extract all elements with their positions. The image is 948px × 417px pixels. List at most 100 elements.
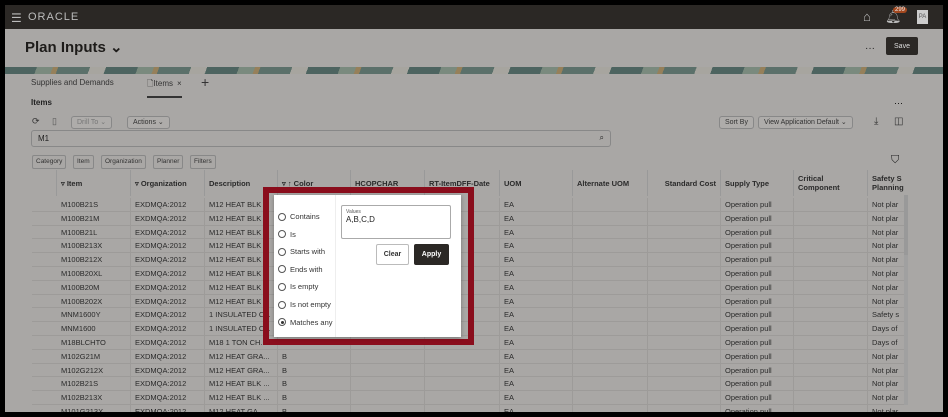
close-tab-icon[interactable]: × [177, 79, 182, 88]
table-cell [794, 267, 868, 281]
table-cell [794, 336, 868, 350]
table-cell [794, 280, 868, 295]
filter-chip-category[interactable]: Category [32, 155, 67, 169]
table-cell [648, 308, 721, 323]
page-more-actions-icon[interactable]: ··· [865, 43, 875, 54]
sort-by-button[interactable]: Sort By [719, 116, 754, 129]
search-input[interactable]: M1 ⌕ [31, 130, 611, 147]
table-cell: Days of [868, 336, 904, 350]
table-cell: EXDMQA:2012 [131, 363, 205, 378]
column-header[interactable]: Standard Cost [648, 170, 721, 196]
filter-operator-list: Contains Is Starts with Ends with Is empty Is… [274, 195, 336, 337]
search-icon[interactable]: ⌕ [600, 133, 604, 143]
section-more-icon[interactable]: ··· [894, 98, 903, 108]
table-row[interactable]: M102G212X EXDMQA:2012 M12 HEAT GRA... B EA Op… [32, 363, 904, 378]
download-icon[interactable]: ⤓ [874, 116, 878, 127]
app-window: ☰ ORACLE ⌂ 🔔︎ 299 PA Plan Inputs ⌄ ··· S… [5, 5, 943, 412]
table-cell [648, 239, 721, 254]
table-cell: M100B20M [57, 280, 131, 295]
table-cell [573, 198, 648, 212]
table-cell: Days of [868, 322, 904, 336]
tab-supplies-and-demands[interactable]: Supplies and Demands [31, 78, 114, 87]
bookmark-icon[interactable]: ⛉ [891, 154, 899, 167]
column-header[interactable]: Safety S Planning [868, 170, 904, 196]
select-column-header [32, 170, 57, 196]
table-cell: MNM1600 [57, 322, 131, 336]
values-text: A,B,C,D [346, 215, 375, 224]
column-header[interactable]: UOM [500, 170, 573, 196]
column-filter-popup: Contains Is Starts with Ends with Is empty Is… [274, 195, 461, 337]
column-header[interactable]: ▿ Item [57, 170, 131, 196]
radio-button-icon[interactable] [278, 247, 286, 256]
home-icon[interactable]: ⌂ [863, 9, 871, 24]
hamburger-menu-icon[interactable]: ☰ [11, 11, 22, 25]
table-cell [648, 391, 721, 405]
column-header[interactable]: Alternate UOM [573, 170, 648, 196]
filter-option-radio[interactable]: Is [278, 230, 296, 239]
filter-option-radio[interactable]: Is not empty [278, 300, 331, 309]
radio-button-icon[interactable] [278, 265, 286, 274]
filter-option-radio[interactable]: Contains [278, 212, 320, 221]
user-avatar[interactable]: PA [917, 10, 928, 24]
refresh-icon[interactable]: ⟳ [32, 116, 40, 127]
table-cell [794, 363, 868, 378]
radio-button-icon[interactable] [278, 282, 286, 291]
radio-button-icon[interactable] [278, 230, 286, 239]
filter-option-radio[interactable]: Starts with [278, 247, 325, 256]
filter-option-radio[interactable]: Is empty [278, 282, 318, 291]
table-row[interactable]: M102B213X EXDMQA:2012 M12 HEAT BLK ... B EA O… [32, 391, 904, 405]
filter-chip-planner[interactable]: Planner [153, 155, 184, 169]
radio-button-icon[interactable] [278, 212, 286, 221]
table-cell [794, 225, 868, 240]
table-cell: B [278, 349, 351, 364]
column-header[interactable]: Critical Component [794, 170, 868, 196]
filter-option-radio[interactable]: Ends with [278, 265, 323, 274]
table-cell: Operation pull [721, 225, 794, 240]
filter-chip-item[interactable]: Item [73, 155, 94, 169]
table-cell: B [278, 391, 351, 405]
clear-button[interactable]: Clear [376, 244, 409, 265]
values-textarea[interactable]: Values A,B,C,D [341, 205, 451, 239]
table-cell: M12 HEAT GA... [205, 405, 278, 412]
tab-items[interactable]: 🗋Items × [147, 78, 182, 98]
table-cell: Operation pull [721, 336, 794, 350]
table-cell [648, 253, 721, 267]
add-tab-button[interactable]: + [201, 74, 209, 90]
vertical-scrollbar[interactable] [904, 195, 908, 405]
table-row[interactable]: M101G213X EXDMQA:2012 M12 HEAT GA... B EA Ope… [32, 405, 904, 412]
actions-menu-button[interactable]: Actions ⌄ [127, 116, 170, 129]
table-cell: Not plar [868, 350, 904, 364]
table-cell [425, 363, 500, 378]
columns-icon[interactable]: ◫ [894, 116, 903, 127]
filter-option-radio[interactable]: Matches any [278, 318, 333, 327]
table-cell: M12 HEAT GRA... [205, 349, 278, 364]
search-value: M1 [38, 134, 50, 143]
table-cell: EA [500, 391, 573, 405]
filter-chip-filters[interactable]: Filters [190, 155, 216, 169]
oracle-logo[interactable]: ORACLE [28, 11, 79, 23]
table-cell: M100B21L [57, 225, 131, 240]
apply-button[interactable]: Apply [414, 244, 449, 265]
table-cell: Operation pull [721, 211, 794, 226]
radio-button-icon[interactable] [278, 300, 286, 309]
table-row[interactable]: M102B21S EXDMQA:2012 M12 HEAT BLK ... B EA Op… [32, 377, 904, 392]
decorative-banner [5, 67, 943, 74]
scrollbar-thumb[interactable] [904, 195, 908, 255]
table-cell: M12 HEAT BLK ... [205, 391, 278, 405]
column-header[interactable]: Supply Type [721, 170, 794, 196]
table-cell: Operation pull [721, 391, 794, 405]
table-cell [794, 198, 868, 212]
table-cell: EXDMQA:2012 [131, 239, 205, 254]
save-button[interactable]: Save [886, 37, 918, 55]
radio-button-icon[interactable] [278, 318, 286, 327]
filter-chip-organization[interactable]: Organization [101, 155, 146, 169]
table-cell: EXDMQA:2012 [131, 322, 205, 336]
drill-to-button[interactable]: Drill To ⌄ [71, 116, 113, 129]
column-header[interactable]: ▿ Organization [131, 170, 205, 196]
page-title[interactable]: Plan Inputs ⌄ [25, 38, 123, 56]
view-selector[interactable]: View Application Default ⌄ [758, 116, 853, 129]
table-row[interactable]: M102G21M EXDMQA:2012 M12 HEAT GRA... B EA Ope… [32, 349, 904, 364]
table-cell: Operation pull [721, 253, 794, 267]
table-cell: Operation pull [721, 363, 794, 378]
notes-icon[interactable]: ▯ [52, 116, 57, 127]
